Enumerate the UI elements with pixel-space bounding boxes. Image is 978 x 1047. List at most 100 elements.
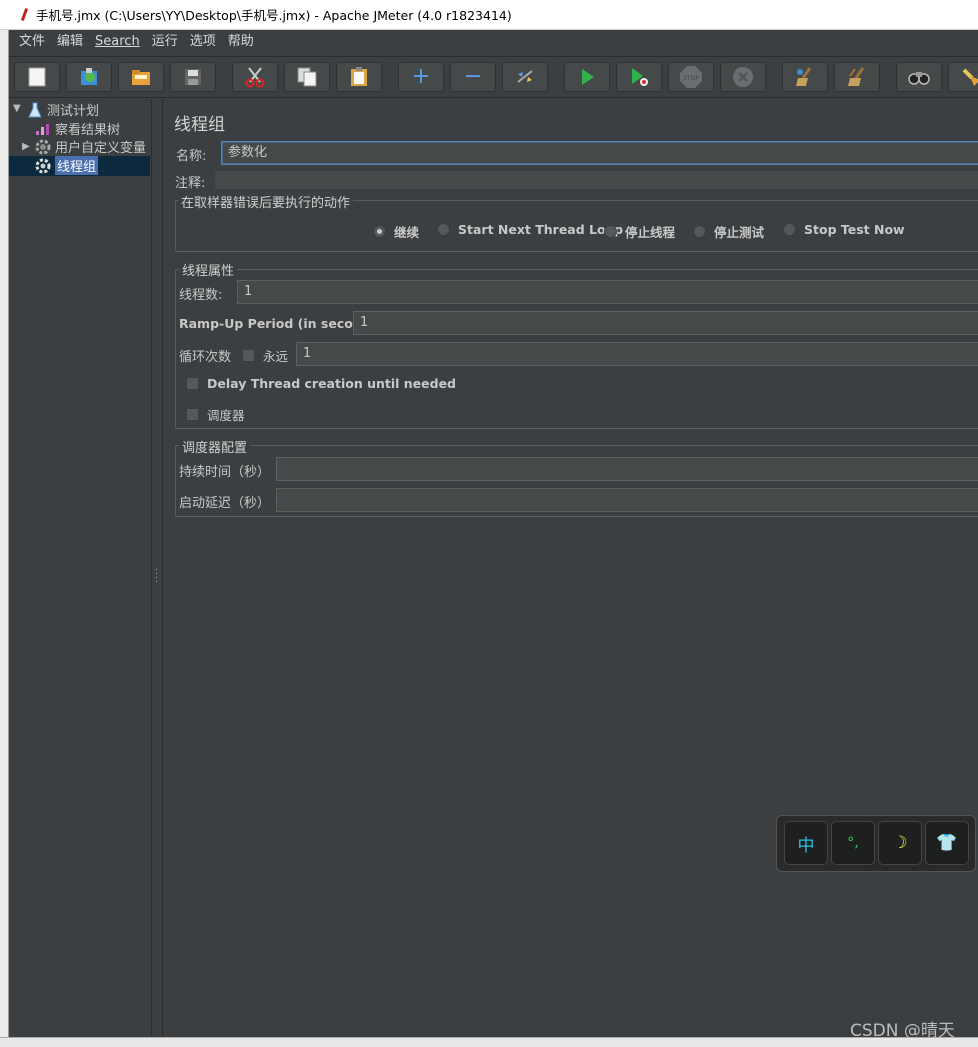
startup-delay-field[interactable] [276,488,978,512]
expand-button[interactable]: + [398,62,444,92]
tree-item-thread-group[interactable]: 线程组 [35,156,99,175]
duration-label: 持续时间（秒） [179,465,271,480]
radio-start-next-thread-loop[interactable]: Start Next Thread Loop [437,222,623,237]
radio-stop-test[interactable]: 停止测试 [693,222,764,241]
new-icon [28,67,46,87]
thread-group-panel: 线程组 名称: 参数化 注释: 在取样器错误后要执行的动作 继续 Start N… [162,99,978,1037]
duration-field[interactable] [276,457,978,481]
stop-label: STOP [683,75,699,82]
save-button[interactable] [170,62,216,92]
new-button[interactable] [14,62,60,92]
templates-icon [81,68,97,85]
tree-item-test-plan[interactable]: 测试计划 [27,100,99,119]
ime-halfwidth-button[interactable]: ☽ [878,821,922,865]
copy-icon [297,67,317,87]
menu-bar: 文件 编辑 Search 运行 选项 帮助 [9,30,978,54]
threads-field[interactable]: 1 [237,280,978,304]
cut-button[interactable] [232,62,278,92]
radio-dot [373,225,386,238]
menu-options[interactable]: 选项 [184,30,222,54]
comment-field[interactable] [215,171,978,189]
forever-checkbox[interactable]: 永远 [242,346,288,365]
loop-count-field[interactable]: 1 [296,342,978,366]
open-icon [132,70,150,85]
tree-item-label: 线程组 [55,156,99,175]
gear-icon [35,139,51,155]
shirt-icon: 👕 [936,833,958,853]
open-button[interactable] [118,62,164,92]
tree-item-label: 测试计划 [47,104,100,119]
ime-skin-button[interactable]: 👕 [925,821,969,865]
scheduler-label: 调度器 [207,408,245,423]
radio-dot [783,223,796,236]
expand-icon: + [411,64,431,89]
tree-item-view-results-tree[interactable]: 察看结果树 [35,119,120,138]
expand-arrow-icon[interactable]: ▶ [22,141,30,152]
ime-key-label: ☽ [892,833,908,853]
radio-label: 继续 [394,225,420,240]
menu-search[interactable]: Search [89,30,146,54]
radio-stop-thread[interactable]: 停止线程 [604,222,675,241]
radio-continue[interactable]: 继续 [373,222,419,241]
toggle-icon [517,70,533,83]
search-button[interactable] [896,62,942,92]
clear-button[interactable] [782,62,828,92]
radio-dot [693,225,706,238]
checkbox-box [186,408,199,421]
panel-title: 线程组 [174,115,225,135]
radio-dot [604,225,617,238]
search-icon [908,72,930,85]
gear-icon [35,158,51,174]
test-plan-tree: ▼ 测试计划 察看结果树 ▶ 用户自定义变量 线程组 [9,99,152,1037]
menu-file[interactable]: 文件 [13,30,51,54]
paste-button[interactable] [336,62,382,92]
clear-all-button[interactable] [834,62,880,92]
start-no-pause-button[interactable] [616,62,662,92]
scheduler-checkbox[interactable]: 调度器 [186,405,245,424]
flask-icon [27,102,43,118]
error-action-legend: 在取样器错误后要执行的动作 [178,192,354,211]
radio-label: 停止测试 [714,225,765,240]
reset-search-icon [962,68,978,86]
loop-count-label: 循环次数 [179,350,232,365]
start-icon [582,69,594,85]
copy-button[interactable] [284,62,330,92]
delay-thread-creation-checkbox[interactable]: Delay Thread creation until needed [186,376,456,391]
tree-item-user-defined-variables[interactable]: 用户自定义变量 [35,137,146,156]
start-button[interactable] [564,62,610,92]
ime-punctuation-button[interactable]: °, [831,821,875,865]
scheduler-config-legend: 调度器配置 [179,437,251,456]
menu-run[interactable]: 运行 [146,30,184,54]
ime-key-label: 中 [797,835,815,856]
rampup-field[interactable]: 1 [353,311,978,335]
collapse-arrow-icon[interactable]: ▼ [13,103,21,114]
reset-search-button[interactable] [948,62,978,92]
cut-icon [245,67,265,88]
ime-toolbar: 中 °, ☽ 👕 [776,815,976,872]
paste-icon [351,67,367,86]
menu-help[interactable]: 帮助 [222,30,260,54]
radio-dot [437,223,450,236]
collapse-button[interactable]: − [450,62,496,92]
radio-stop-test-now[interactable]: Stop Test Now [783,222,905,237]
shutdown-icon [733,67,753,87]
radio-label: 停止线程 [625,225,676,240]
templates-button[interactable] [66,62,112,92]
radio-label: Start Next Thread Loop [458,222,624,237]
checkbox-box [242,349,255,362]
jmeter-feather-icon [18,8,30,22]
threads-label: 线程数: [179,288,223,303]
stop-button[interactable]: STOP [668,62,714,92]
checkbox-box [186,377,199,390]
panel-splitter[interactable]: · · · · [152,99,162,1037]
window-title: 手机号.jmx (C:\Users\YY\Desktop\手机号.jmx) - … [36,8,512,23]
toggle-button[interactable] [502,62,548,92]
radio-label: Stop Test Now [804,222,905,237]
shutdown-button[interactable] [720,62,766,92]
clear-all-icon [848,67,865,86]
name-field[interactable]: 参数化 [221,141,978,165]
menu-edit[interactable]: 编辑 [51,30,89,54]
ime-chinese-mode-button[interactable]: 中 [784,821,828,865]
taskbar-strip [0,1037,978,1047]
clear-icon [796,67,812,86]
